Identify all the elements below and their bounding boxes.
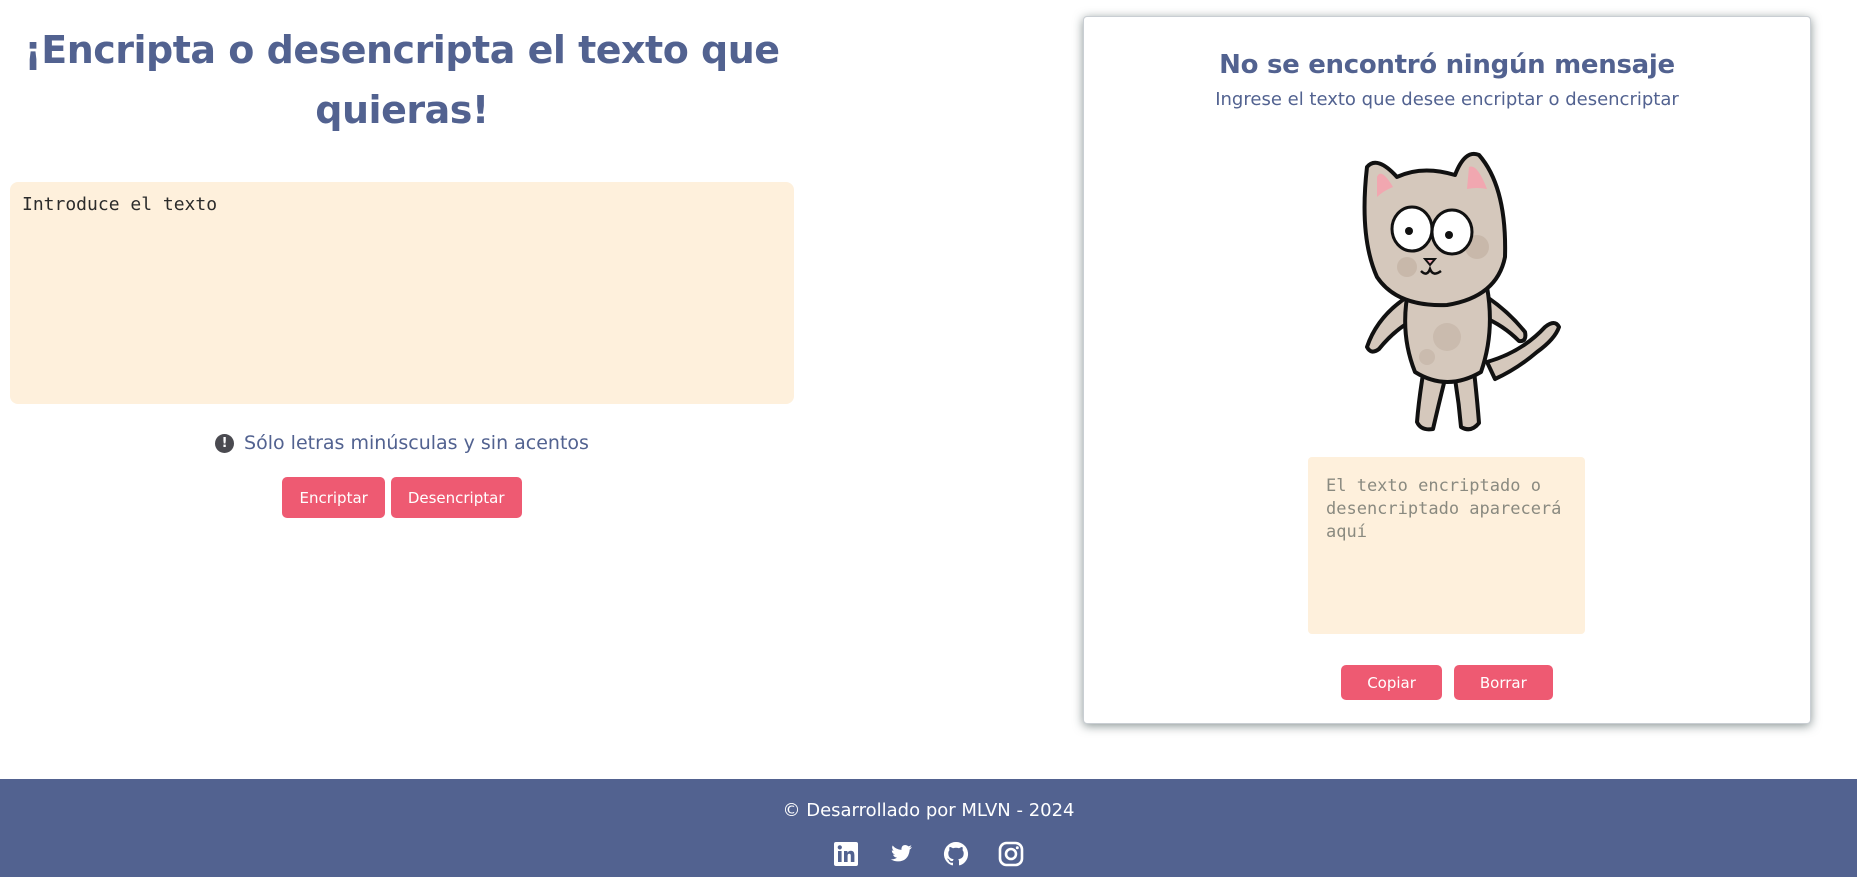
footer-credit: © Desarrollado por MLVN - 2024 [782, 800, 1075, 821]
result-card: No se encontró ningún mensaje Ingrese el… [1083, 16, 1811, 724]
twitter-icon[interactable] [888, 841, 914, 867]
action-buttons: Encriptar Desencriptar [10, 477, 794, 518]
clear-button[interactable]: Borrar [1453, 665, 1553, 700]
text-input[interactable] [10, 182, 794, 404]
encrypt-button[interactable]: Encriptar [282, 477, 385, 518]
exclamation-circle-icon: ! [215, 433, 235, 453]
decrypt-button[interactable]: Desencriptar [390, 477, 522, 518]
github-icon[interactable] [943, 841, 969, 867]
result-subtitle: Ingrese el texto que desee encriptar o d… [1215, 89, 1679, 110]
social-links [0, 841, 1857, 867]
output-textarea[interactable] [1308, 457, 1585, 634]
encrypt-section: ¡Encripta o desencripta el texto que qui… [10, 0, 794, 518]
result-buttons: Copiar Borrar [1084, 665, 1810, 700]
input-hint: ! Sólo letras minúsculas y sin acentos [10, 432, 794, 454]
cat-illustration [1362, 152, 1561, 432]
instagram-icon[interactable] [998, 841, 1024, 867]
page: ¡Encripta o desencripta el texto que qui… [0, 0, 1857, 877]
copy-button[interactable]: Copiar [1341, 665, 1442, 700]
page-title: ¡Encripta o desencripta el texto que qui… [24, 28, 780, 132]
footer: © Desarrollado por MLVN - 2024 [0, 779, 1857, 877]
result-title: No se encontró ningún mensaje [1219, 50, 1675, 80]
hint-text: Sólo letras minúsculas y sin acentos [244, 432, 589, 454]
linkedin-icon[interactable] [833, 841, 859, 867]
